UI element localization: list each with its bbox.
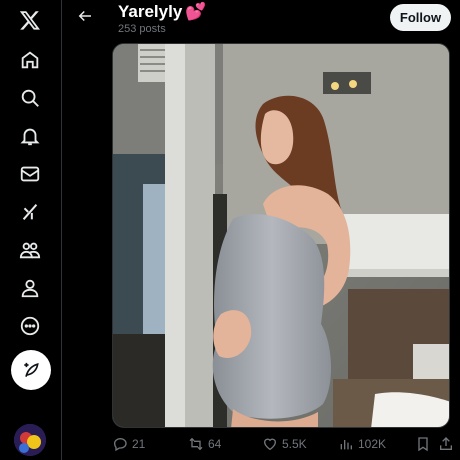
profile-title-block: Yarelyly 💕 253 posts [118,2,206,35]
reply-count: 21 [132,437,146,451]
repost-icon [189,437,203,451]
back-arrow-icon [78,10,91,22]
search-icon[interactable] [12,80,48,116]
profile-header: Yarelyly 💕 253 posts Follow [63,0,460,40]
hearts-emoji: 💕 [185,2,207,21]
heart-icon [263,438,277,451]
notifications-bell-icon[interactable] [12,118,48,154]
reply-bubble-icon [113,437,127,452]
follow-button[interactable]: Follow [390,4,451,31]
main-column: Yarelyly 💕 253 posts Follow 21 64 5.5K 1… [63,0,460,460]
profile-name-text: Yarelyly [118,2,183,21]
views-button[interactable]: 102K [338,436,386,452]
share-button[interactable] [438,436,454,452]
sidebar [0,0,62,460]
view-count: 102K [358,437,387,451]
repost-count: 64 [208,437,222,451]
like-button[interactable]: 5.5K [262,436,307,452]
grok-icon[interactable] [12,194,48,230]
post-action-bar: 21 64 5.5K 102K [112,436,457,456]
bookmark-button[interactable] [415,436,431,452]
post-media-image[interactable] [112,43,450,428]
repost-button[interactable]: 64 [188,436,221,452]
back-button[interactable] [73,4,97,28]
post-count: 253 posts [118,23,166,35]
share-upload-icon [440,437,452,450]
messages-envelope-icon[interactable] [12,156,48,192]
home-icon[interactable] [12,42,48,78]
like-count: 5.5K [282,437,307,451]
profile-icon[interactable] [12,270,48,306]
reply-button[interactable]: 21 [112,436,145,452]
account-avatar[interactable] [14,424,46,456]
x-logo-icon[interactable] [12,2,48,38]
profile-name: Yarelyly 💕 [118,2,206,22]
communities-icon[interactable] [12,232,48,268]
more-circle-icon[interactable] [12,308,48,344]
compose-post-button[interactable] [11,350,51,390]
compose-post-icon [24,362,39,377]
bookmark-icon [418,437,428,452]
post-photo [113,44,449,427]
analytics-bars-icon [340,440,352,450]
